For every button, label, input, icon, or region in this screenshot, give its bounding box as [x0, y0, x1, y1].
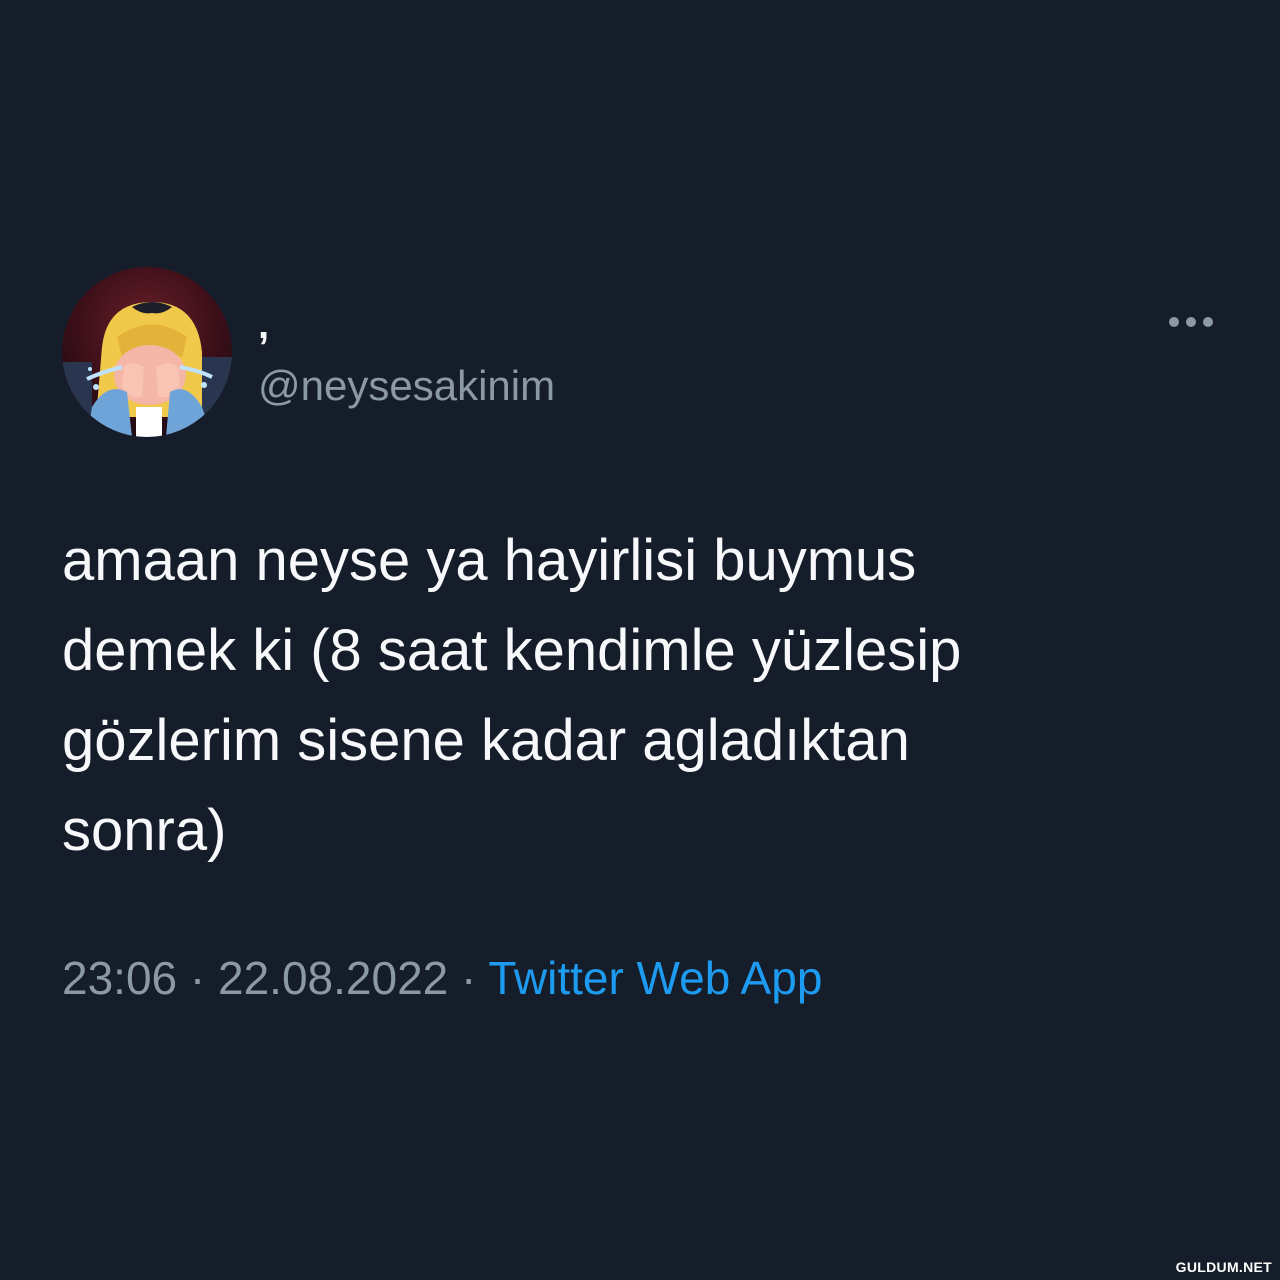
avatar[interactable] [62, 267, 232, 437]
user-handle[interactable]: @neysesakinim [258, 361, 555, 411]
crying-girl-avatar-image [62, 267, 232, 437]
display-name[interactable]: , [258, 300, 269, 350]
more-options-button[interactable] [1162, 302, 1220, 342]
tweet-source-link[interactable]: Twitter Web App [488, 952, 822, 1004]
watermark: GULDUM.NET [1175, 1259, 1272, 1275]
tweet-screenshot: , @neysesakinim amaan neyse ya hayirlisi… [0, 0, 1280, 1280]
more-horizontal-icon [1169, 317, 1213, 327]
tweet-metadata: 23:06 · 22.08.2022 · Twitter Web App [62, 948, 822, 1008]
tweet-text: amaan neyse ya hayirlisi buymus demek ki… [62, 528, 962, 863]
meta-separator: · [189, 952, 206, 1004]
tweet-date[interactable]: 22.08.2022 [218, 952, 448, 1004]
meta-separator: · [461, 952, 477, 1004]
tweet-time[interactable]: 23:06 [62, 952, 177, 1004]
